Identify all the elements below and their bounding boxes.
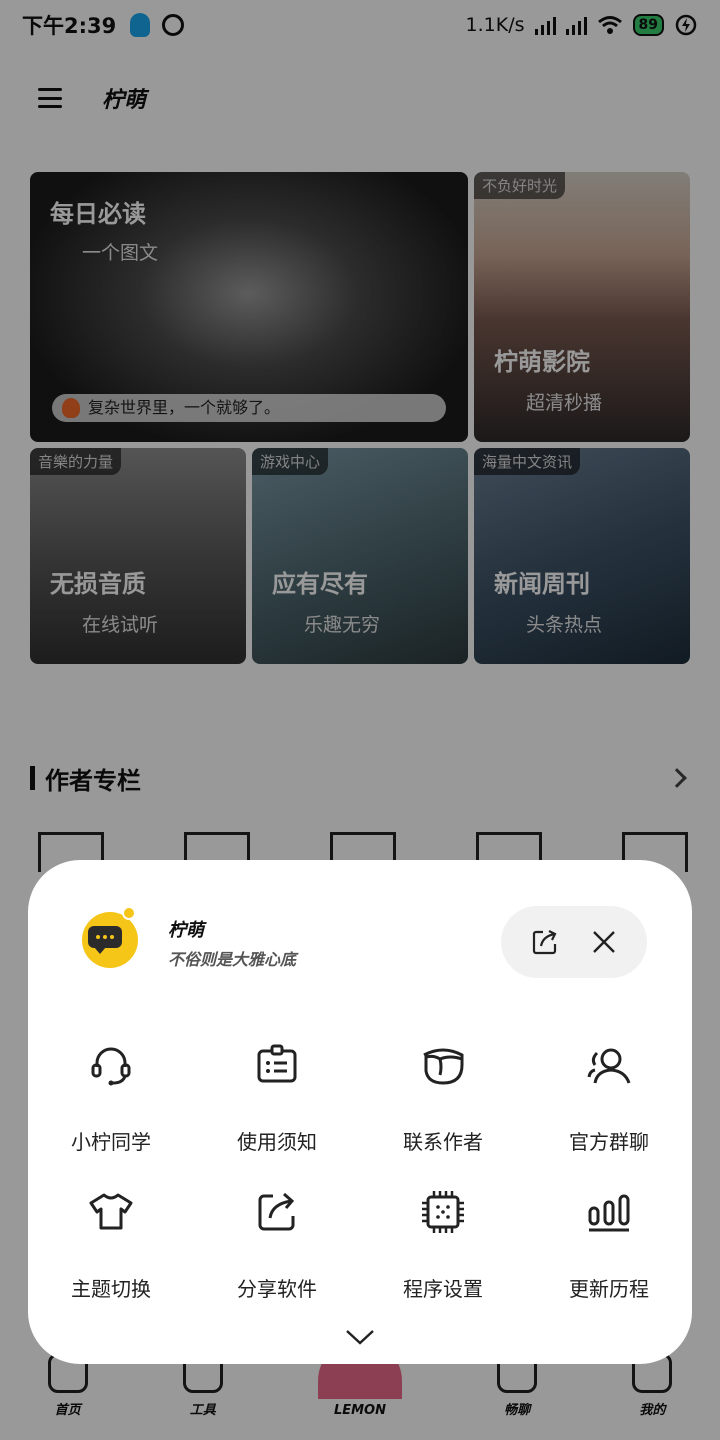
action-program-settings[interactable]: 程序设置 [360, 1187, 526, 1302]
bar-history-icon [588, 1194, 630, 1232]
collapse-sheet-button[interactable] [345, 1326, 375, 1348]
sheet-slogan: 不俗则是大雅心底 [168, 950, 297, 969]
action-contact-author[interactable]: 联系作者 [360, 1040, 526, 1155]
action-label: 联系作者 [403, 1130, 483, 1154]
action-update-history[interactable]: 更新历程 [526, 1187, 692, 1302]
group-user-icon [587, 1048, 631, 1084]
action-label: 程序设置 [403, 1277, 483, 1301]
action-usage-notice[interactable]: 使用须知 [194, 1040, 360, 1155]
action-share-app[interactable]: 分享软件 [194, 1187, 360, 1302]
open-external-button[interactable] [525, 922, 565, 962]
app-logo [82, 906, 138, 968]
face-mask-icon [423, 1048, 464, 1085]
sheet-app-name: 柠萌 [168, 920, 204, 941]
close-button[interactable] [584, 922, 624, 962]
headset-icon [91, 1047, 131, 1086]
action-label: 小柠同学 [71, 1130, 151, 1154]
action-label: 使用须知 [237, 1130, 317, 1154]
action-label: 分享软件 [237, 1277, 317, 1301]
chevron-down-icon [346, 1330, 374, 1345]
open-external-icon [532, 930, 556, 955]
id-card-icon [257, 1044, 297, 1083]
chip-icon [422, 1191, 464, 1233]
tshirt-icon [89, 1193, 133, 1230]
share-icon [258, 1192, 295, 1231]
action-label: 主题切换 [71, 1277, 151, 1301]
action-grid: 小柠同学 使用须知 联系作者 官方群聊 主题切换 分享软件 程序设置 更新历程 [28, 1040, 692, 1302]
action-theme-switch[interactable]: 主题切换 [28, 1187, 194, 1302]
close-icon [592, 931, 615, 953]
action-official-group[interactable]: 官方群聊 [526, 1040, 692, 1155]
action-label: 更新历程 [569, 1277, 649, 1301]
action-assistant[interactable]: 小柠同学 [28, 1040, 194, 1155]
action-label: 官方群聊 [569, 1130, 649, 1154]
sheet-action-pill [501, 906, 647, 978]
app-menu-sheet: 柠萌 不俗则是大雅心底 小柠同学 使用须知 联系作者 官方群聊 主题切换 分享软… [28, 860, 692, 1364]
